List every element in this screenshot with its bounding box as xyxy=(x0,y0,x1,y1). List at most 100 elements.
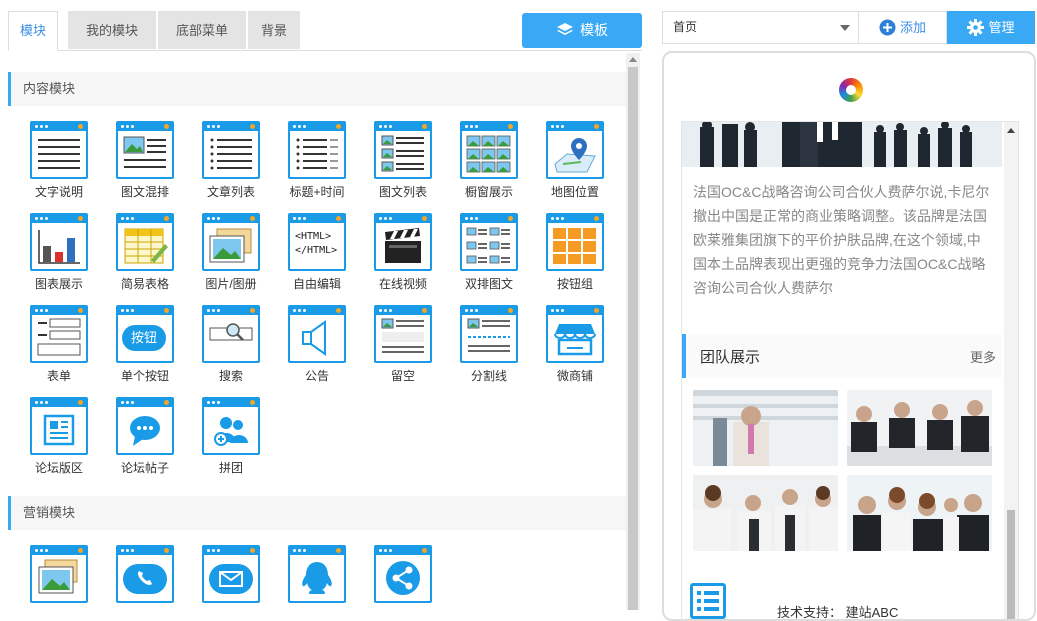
module-label: 在线视频 xyxy=(378,277,427,291)
module-label: 公告 xyxy=(304,369,329,383)
scroll-up-arrow-icon[interactable] xyxy=(1007,128,1015,133)
section-title-content: 内容模块 xyxy=(8,72,626,106)
module-marketing-gallery[interactable] xyxy=(16,545,102,610)
image-text-icon xyxy=(121,134,169,174)
tech-support-footer: 技术支持： 建站ABC xyxy=(682,577,1002,620)
image-list-icon xyxy=(379,134,427,174)
module-search[interactable]: 搜索 xyxy=(188,305,274,397)
module-label: 搜索 xyxy=(218,369,243,383)
team-photo[interactable] xyxy=(693,475,838,551)
tab-divider xyxy=(8,50,642,51)
module-showcase[interactable]: 橱窗展示 xyxy=(446,121,532,213)
html-close-tag: </HTML> xyxy=(295,245,338,256)
team-more-link[interactable]: 更多 xyxy=(970,347,996,366)
tab-bottom-menu[interactable]: 底部菜单 xyxy=(158,11,246,49)
chat-bubble-icon xyxy=(121,410,169,450)
module-forum-post[interactable]: 论坛帖子 xyxy=(102,397,188,489)
module-label: 微商铺 xyxy=(556,369,593,383)
add-button-label: 添加 xyxy=(899,20,926,35)
page-select[interactable]: 首页 xyxy=(662,11,859,44)
module-label: 自由编辑 xyxy=(292,277,341,291)
module-button-group[interactable]: 按钮组 xyxy=(532,213,618,305)
divider-line-icon xyxy=(465,318,513,358)
tab-my-modules[interactable]: 我的模块 xyxy=(68,11,156,49)
tab-background[interactable]: 背景 xyxy=(248,11,300,49)
preview-screen: 法国OC&C战略咨询公司合伙人费萨尔说,卡尼尔撤出中国是正常的商业策略调整。该品… xyxy=(681,121,1019,620)
module-table[interactable]: 简易表格 xyxy=(102,213,188,305)
module-marketing-qq[interactable] xyxy=(274,545,360,610)
module-free-edit[interactable]: <HTML> </HTML> 自由编辑 xyxy=(274,213,360,305)
module-label: 简易表格 xyxy=(120,277,169,291)
module-notice[interactable]: 公告 xyxy=(274,305,360,397)
module-title-time[interactable]: 标题+时间 xyxy=(274,121,360,213)
module-article-list[interactable]: 文章列表 xyxy=(188,121,274,213)
team-photo[interactable] xyxy=(847,390,992,466)
palette-scrollbar[interactable] xyxy=(626,53,640,610)
module-label: 留空 xyxy=(390,369,415,383)
module-map[interactable]: 地图位置 xyxy=(532,121,618,213)
phone-camera-icon xyxy=(839,78,863,102)
table-icon xyxy=(121,226,169,266)
banner-image xyxy=(682,122,1002,167)
template-button[interactable]: 模板 xyxy=(522,13,642,48)
form-icon xyxy=(35,318,83,358)
team-title: 团队展示 xyxy=(700,349,761,366)
video-clapper-icon xyxy=(379,226,427,266)
module-marketing-share[interactable] xyxy=(360,545,446,610)
gallery-icon xyxy=(35,558,83,598)
search-icon xyxy=(207,318,255,358)
module-label: 按钮组 xyxy=(556,277,593,291)
module-label: 标题+时间 xyxy=(289,185,345,199)
module-video[interactable]: 在线视频 xyxy=(360,213,446,305)
single-button-icon: 按钮 xyxy=(121,318,169,358)
module-label: 图片/图册 xyxy=(205,277,257,291)
module-label: 文字说明 xyxy=(34,185,83,199)
phone-icon xyxy=(121,558,169,598)
module-image-list[interactable]: 图文列表 xyxy=(360,121,446,213)
tech-support-text: 技术支持： 建站ABC xyxy=(777,605,899,620)
chevron-down-icon xyxy=(840,25,850,31)
module-chart[interactable]: 图表展示 xyxy=(16,213,102,305)
module-photo-album[interactable]: 图片/图册 xyxy=(188,213,274,305)
module-marketing-mail[interactable] xyxy=(188,545,274,610)
mail-icon xyxy=(207,558,255,598)
module-divider[interactable]: 分割线 xyxy=(446,305,532,397)
double-column-icon xyxy=(465,226,513,266)
module-shop[interactable]: 微商铺 xyxy=(532,305,618,397)
module-label: 单个按钮 xyxy=(120,369,169,383)
scrollbar-thumb[interactable] xyxy=(628,67,638,610)
bar-chart-icon xyxy=(35,226,83,266)
preview-scrollbar[interactable] xyxy=(1004,122,1018,619)
module-text[interactable]: 文字说明 xyxy=(16,121,102,213)
forum-board-icon xyxy=(35,410,83,450)
html-code-icon: <HTML> </HTML> xyxy=(293,226,341,266)
showcase-icon xyxy=(465,134,513,174)
share-icon xyxy=(379,558,427,598)
html-open-tag: <HTML> xyxy=(295,231,332,242)
module-marketing-phone[interactable] xyxy=(102,545,188,610)
module-forum-board[interactable]: 论坛版区 xyxy=(16,397,102,489)
preview-scrollbar-thumb[interactable] xyxy=(1007,510,1015,619)
module-single-button[interactable]: 按钮 单个按钮 xyxy=(102,305,188,397)
gear-icon xyxy=(967,18,985,36)
tab-modules[interactable]: 模块 xyxy=(8,11,58,51)
phone-preview: 法国OC&C战略咨询公司合伙人费萨尔说,卡尼尔撤出中国是正常的商业策略调整。该品… xyxy=(662,51,1036,621)
module-blank-space[interactable]: 留空 xyxy=(360,305,446,397)
team-photo[interactable] xyxy=(693,390,838,466)
module-image-text[interactable]: 图文混排 xyxy=(102,121,188,213)
module-label: 图表展示 xyxy=(34,277,83,291)
map-pin-icon xyxy=(551,134,599,174)
module-group-buy[interactable]: 拼团 xyxy=(188,397,274,489)
scroll-up-arrow-icon[interactable] xyxy=(629,57,637,62)
manage-button[interactable]: 管理 xyxy=(947,11,1035,44)
module-form[interactable]: 表单 xyxy=(16,305,102,397)
module-label: 拼团 xyxy=(218,461,243,475)
section-title-marketing: 营销模块 xyxy=(8,496,626,530)
team-photo[interactable] xyxy=(847,475,992,551)
module-label: 图文列表 xyxy=(378,185,427,199)
module-label: 橱窗展示 xyxy=(464,185,513,199)
module-label: 双排图文 xyxy=(464,277,513,291)
module-label: 论坛帖子 xyxy=(120,461,169,475)
module-double-column[interactable]: 双排图文 xyxy=(446,213,532,305)
add-page-button[interactable]: 添加 xyxy=(859,11,947,44)
